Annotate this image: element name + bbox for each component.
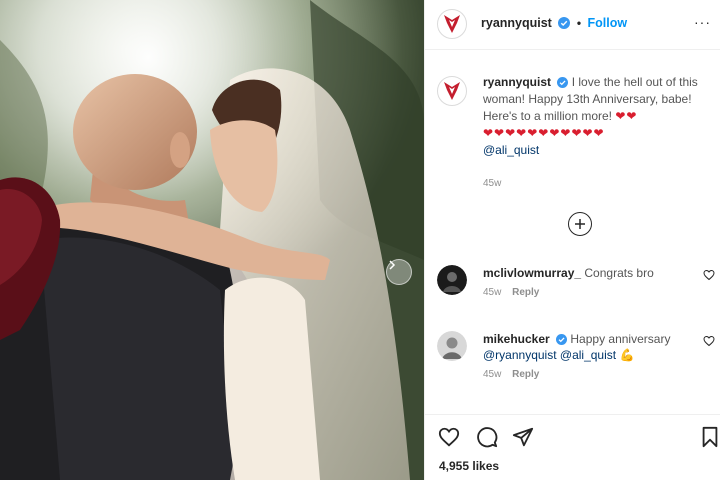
caption-text: ryannyquist I love the hell out of this … xyxy=(483,74,711,159)
header-user-line: ryannyquist • Follow xyxy=(481,16,627,30)
red-winged-logo-icon xyxy=(444,15,460,33)
commenter-username[interactable]: mikehucker xyxy=(483,332,550,346)
heart-outline-icon[interactable] xyxy=(437,426,461,448)
post-caption: ryannyquist I love the hell out of this … xyxy=(437,74,715,159)
post-photo xyxy=(0,0,424,480)
next-photo-button[interactable] xyxy=(386,259,412,285)
red-winged-logo-icon xyxy=(444,82,460,100)
flexed-biceps-emoji-icon: 💪 xyxy=(619,348,635,362)
chevron-right-icon xyxy=(389,260,396,270)
comment-bubble-icon[interactable] xyxy=(475,426,499,448)
caption-mention-link[interactable]: @ali_quist xyxy=(483,143,539,157)
author-avatar[interactable] xyxy=(437,9,467,39)
comment-meta: 45w Reply xyxy=(483,369,720,380)
comment-text: mclivlowmurray_ Congrats bro xyxy=(483,265,683,281)
post-action-bar: 4,955 likes xyxy=(425,414,720,480)
author-username[interactable]: ryannyquist xyxy=(481,16,552,30)
post-header: ryannyquist • Follow ··· xyxy=(425,0,720,50)
plus-circle-icon xyxy=(575,219,585,229)
commenter-avatar[interactable] xyxy=(437,331,467,361)
comment-body: Happy anniversary xyxy=(570,332,671,346)
avatar-image xyxy=(437,331,467,361)
caption-avatar[interactable] xyxy=(437,76,467,106)
verified-badge-icon xyxy=(556,334,568,345)
commenter-avatar[interactable] xyxy=(437,265,467,295)
comment-body: Congrats bro xyxy=(584,266,654,280)
reply-button[interactable]: Reply xyxy=(512,287,539,298)
follow-button[interactable]: Follow xyxy=(588,16,628,30)
caption-hearts-inline: ❤❤ xyxy=(615,109,638,123)
verified-badge-icon xyxy=(557,77,569,88)
comment-timestamp: 45w xyxy=(483,287,502,298)
more-options-icon[interactable]: ··· xyxy=(694,14,711,30)
heart-outline-icon[interactable] xyxy=(703,269,715,281)
comment-meta: 45w Reply xyxy=(483,287,720,298)
reply-button[interactable]: Reply xyxy=(512,369,539,380)
avatar-image xyxy=(437,265,467,295)
wedding-photo-illustration xyxy=(0,0,424,480)
comment-mentions[interactable]: @ryannyquist @ali_quist xyxy=(483,348,616,362)
comment-text: mikehucker Happy anniversary @ryannyquis… xyxy=(483,331,683,363)
heart-outline-icon[interactable] xyxy=(703,335,715,347)
paper-plane-icon[interactable] xyxy=(511,426,535,448)
bookmark-icon[interactable] xyxy=(699,426,720,448)
comment-item: mclivlowmurray_ Congrats bro 45w Reply xyxy=(437,265,720,298)
commenter-username[interactable]: mclivlowmurray_ xyxy=(483,266,581,280)
load-more-comments-button[interactable] xyxy=(568,212,592,236)
separator-dot: • xyxy=(576,16,582,30)
post-side-panel: ryannyquist • Follow ··· ryannyquist I l… xyxy=(424,0,720,480)
likes-count[interactable]: 4,955 likes xyxy=(439,459,499,473)
caption-timestamp: 45w xyxy=(483,178,502,189)
verified-badge-icon xyxy=(558,17,571,29)
caption-username[interactable]: ryannyquist xyxy=(483,75,551,89)
comment-item: mikehucker Happy anniversary @ryannyquis… xyxy=(437,331,720,380)
caption-hearts-row: ❤❤❤❤❤❤❤❤❤❤❤ xyxy=(483,126,605,140)
comment-timestamp: 45w xyxy=(483,369,502,380)
